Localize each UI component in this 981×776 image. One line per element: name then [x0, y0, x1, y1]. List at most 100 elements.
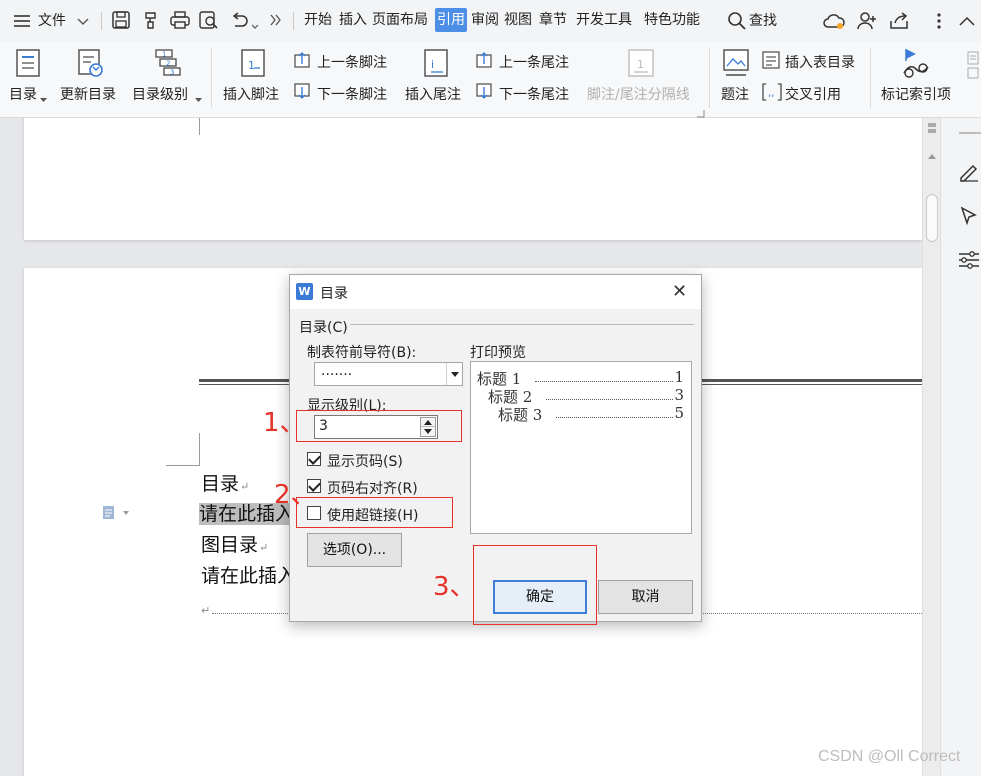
divider [709, 48, 710, 108]
insert-table-of-figures-icon[interactable] [762, 51, 780, 73]
doc-text: 目录 [201, 473, 240, 495]
page[interactable] [24, 118, 922, 240]
file-menu[interactable]: 文件 [38, 10, 66, 30]
caption-icon[interactable] [722, 48, 750, 82]
doc-line-figures-placeholder[interactable]: 请在此插入 [201, 561, 296, 588]
toc-button[interactable]: 目录 [9, 84, 37, 104]
svg-text:1: 1 [248, 59, 255, 72]
margin-marker [166, 465, 200, 466]
update-toc-icon[interactable] [76, 48, 104, 82]
close-icon[interactable]: ✕ [672, 281, 687, 302]
menu-icon[interactable] [13, 13, 31, 29]
tab-special-features[interactable]: 特色功能 [644, 8, 700, 32]
insert-table-of-figures-button[interactable]: 插入表目录 [785, 52, 855, 72]
ribbon-more-icon[interactable] [967, 50, 979, 84]
tab-references[interactable]: 引用 [435, 8, 467, 32]
tab-developer[interactable]: 开发工具 [576, 8, 632, 32]
tab-home[interactable]: 开始 [304, 8, 332, 32]
leader-dots [535, 368, 673, 382]
save-icon[interactable] [112, 11, 130, 33]
chevron-down-icon[interactable] [77, 15, 89, 31]
mark-index-icon[interactable] [900, 47, 932, 83]
insert-endnote-icon[interactable]: i [423, 48, 449, 82]
toc-icon[interactable] [14, 48, 42, 82]
annotation-box-levels [296, 410, 462, 442]
share-icon[interactable] [889, 12, 909, 34]
scroll-up-icon[interactable] [928, 148, 936, 164]
dialog-title-bar[interactable]: W 目录 ✕ [290, 275, 701, 309]
prev-endnote-button[interactable]: 上一条尾注 [499, 52, 569, 72]
more-icon[interactable] [270, 14, 282, 30]
group-label: 目录(C) [299, 320, 348, 336]
toc-level-icon[interactable]: 123 [152, 48, 182, 82]
format-painter-icon[interactable] [143, 11, 161, 33]
svg-text:i: i [431, 58, 434, 71]
next-endnote-button[interactable]: 下一条尾注 [499, 84, 569, 104]
chevron-down-icon[interactable] [446, 363, 462, 385]
annotation-box-ok [473, 545, 597, 625]
ribbon: 目录 更新目录 123 目录级别 1 插入脚注 上一条脚注 下一条脚注 i 插入… [0, 42, 981, 118]
svg-text:2: 2 [166, 60, 170, 68]
tab-page-layout[interactable]: 页面布局 [372, 8, 428, 32]
settings-sliders-icon[interactable] [958, 250, 980, 274]
mark-index-button[interactable]: 标记索引项 [881, 84, 951, 104]
collapse-ribbon-icon[interactable] [959, 14, 975, 30]
prev-footnote-icon[interactable] [294, 52, 312, 72]
annotation-step-2: 2、 [274, 480, 317, 510]
doc-line-figures-heading[interactable]: 图目录↵ [201, 530, 268, 557]
undo-dropdown-icon[interactable] [251, 18, 259, 34]
next-endnote-icon[interactable] [476, 83, 494, 103]
caption-button[interactable]: 题注 [721, 84, 749, 104]
doc-line-toc-heading[interactable]: 目录↵ [201, 469, 249, 496]
more-options-icon[interactable] [936, 12, 942, 34]
annotation-box-hyperlinks [296, 497, 453, 528]
chevron-down-icon[interactable] [195, 91, 202, 107]
print-preview-icon[interactable] [199, 11, 219, 33]
search-icon[interactable] [728, 12, 746, 34]
insert-footnote-button[interactable]: 插入脚注 [223, 84, 279, 104]
cloud-icon[interactable] [823, 12, 845, 34]
add-user-icon[interactable] [857, 12, 877, 34]
pen-icon[interactable] [958, 162, 980, 186]
chevron-down-icon[interactable] [40, 91, 47, 107]
cross-reference-button[interactable]: 交叉引用 [785, 84, 841, 104]
paragraph-mark: ↵ [201, 604, 211, 617]
cross-reference-icon[interactable]: ,, [762, 83, 782, 105]
update-toc-button[interactable]: 更新目录 [60, 84, 116, 104]
right-side-panel [940, 118, 981, 776]
preview-text: 标题 3 [498, 406, 543, 424]
print-icon[interactable] [170, 11, 190, 33]
options-button[interactable]: 选项(O)... [307, 533, 402, 567]
next-footnote-icon[interactable] [294, 83, 312, 103]
leader-dots [556, 404, 673, 418]
vertical-scrollbar[interactable] [922, 118, 940, 776]
svg-text:3: 3 [170, 69, 174, 77]
svg-text:1: 1 [637, 58, 644, 71]
undo-icon[interactable] [230, 12, 248, 32]
scrollbar-thumb[interactable] [926, 194, 938, 242]
insert-endnote-button[interactable]: 插入尾注 [405, 84, 461, 104]
separator-button: 脚注/尾注分隔线 [587, 87, 690, 103]
cursor-select-icon[interactable] [960, 206, 978, 230]
divider [101, 12, 102, 30]
show-page-numbers-checkbox[interactable] [307, 452, 321, 466]
right-align-label[interactable]: 页码右对齐(R) [327, 478, 418, 498]
prev-footnote-button[interactable]: 上一条脚注 [317, 52, 387, 72]
insert-footnote-icon[interactable]: 1 [240, 48, 266, 82]
scroll-page-icon[interactable] [926, 122, 938, 138]
paragraph-layout-icon[interactable] [103, 506, 133, 524]
show-page-numbers-label[interactable]: 显示页码(S) [327, 451, 403, 471]
tab-section[interactable]: 章节 [539, 8, 567, 32]
preview-line-3: 标题 3 5 [498, 404, 691, 425]
tab-leader-select[interactable]: ....... [314, 362, 463, 386]
tab-view[interactable]: 视图 [504, 8, 532, 32]
tab-insert[interactable]: 插入 [339, 8, 367, 32]
search-label[interactable]: 查找 [749, 10, 777, 30]
prev-endnote-icon[interactable] [476, 52, 494, 72]
tab-review[interactable]: 审阅 [471, 8, 499, 32]
annotation-step-1: 1、 [263, 408, 306, 438]
next-footnote-button[interactable]: 下一条脚注 [317, 84, 387, 104]
toc-level-button[interactable]: 目录级别 [132, 84, 188, 104]
cancel-button[interactable]: 取消 [598, 580, 693, 614]
preview-page: 5 [674, 404, 684, 422]
